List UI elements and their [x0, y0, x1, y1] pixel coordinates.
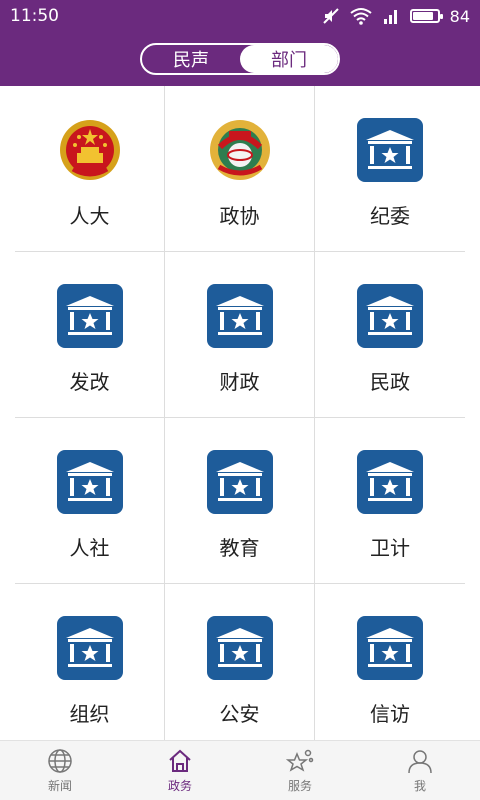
stars-icon [286, 747, 314, 775]
national-emblem-icon [56, 116, 124, 184]
cppcc-emblem-icon [206, 116, 274, 184]
government-building-icon [56, 448, 124, 516]
government-building-icon [356, 448, 424, 516]
battery-level: 84 [449, 6, 470, 26]
government-building-icon [356, 614, 424, 682]
government-building-icon [356, 282, 424, 350]
globe-icon [46, 747, 74, 775]
grid-item-fagai[interactable]: 发改 [15, 252, 165, 418]
bottom-tab-bar: 新闻 政务 服务 我 [0, 740, 480, 800]
status-icons: 84 [322, 7, 470, 26]
battery-icon [409, 9, 443, 23]
grid-item-label: 纪委 [370, 204, 410, 228]
grid-item-caizheng[interactable]: 财政 [165, 252, 315, 418]
grid-item-label: 财政 [219, 370, 260, 394]
grid-item-label: 人大 [69, 204, 110, 228]
segment-minsheng[interactable]: 民声 [142, 45, 240, 73]
grid-item-jiaoyu[interactable]: 教育 [165, 418, 315, 584]
government-building-icon [56, 282, 124, 350]
government-building-icon [56, 614, 124, 682]
grid-item-zhengxie[interactable]: 政协 [165, 86, 315, 252]
government-building-icon [206, 282, 274, 350]
mute-icon [322, 7, 340, 25]
grid-item-gongan[interactable]: 公安 [165, 584, 315, 750]
signal-icon [382, 7, 400, 25]
grid-item-label: 民政 [370, 370, 410, 394]
grid-item-label: 人社 [69, 536, 110, 560]
header: 民声 部门 [0, 32, 480, 86]
grid-item-label: 信访 [370, 702, 410, 726]
grid-item-label: 卫计 [370, 536, 410, 560]
government-building-icon [206, 614, 274, 682]
grid-item-weiji[interactable]: 卫计 [315, 418, 465, 584]
segmented-control: 民声 部门 [140, 43, 340, 75]
grid-item-label: 政协 [219, 204, 260, 228]
tab-label: 政务 [167, 779, 192, 793]
segment-bumen[interactable]: 部门 [240, 45, 338, 73]
government-building-icon [356, 116, 424, 184]
grid-item-label: 组织 [69, 702, 110, 726]
department-grid: 人大 政协 纪委 发改 财政 民政 人社 教育 卫计 组织 公安 信访 [15, 86, 465, 750]
battery-fill [412, 12, 433, 20]
user-icon [406, 747, 434, 775]
tab-government[interactable]: 政务 [120, 741, 240, 800]
status-bar: 11:50 84 [0, 0, 480, 32]
tab-me[interactable]: 我 [360, 741, 480, 800]
grid-item-label: 公安 [219, 702, 260, 726]
tab-services[interactable]: 服务 [240, 741, 360, 800]
grid-item-zuzhi[interactable]: 组织 [15, 584, 165, 750]
grid-item-xinfang[interactable]: 信访 [315, 584, 465, 750]
wifi-icon [350, 7, 372, 25]
grid-item-label: 教育 [219, 536, 260, 560]
government-building-icon [206, 448, 274, 516]
tab-label: 服务 [287, 779, 312, 793]
status-time: 11:50 [10, 6, 59, 26]
grid-item-renda[interactable]: 人大 [15, 86, 165, 252]
tab-news[interactable]: 新闻 [0, 741, 120, 800]
grid-item-label: 发改 [69, 370, 110, 394]
grid-item-minzheng[interactable]: 民政 [315, 252, 465, 418]
grid-item-renshe[interactable]: 人社 [15, 418, 165, 584]
tab-label: 新闻 [47, 779, 72, 793]
home-icon [166, 747, 194, 775]
tab-label: 我 [413, 779, 426, 793]
grid-item-jiwei[interactable]: 纪委 [315, 86, 465, 252]
